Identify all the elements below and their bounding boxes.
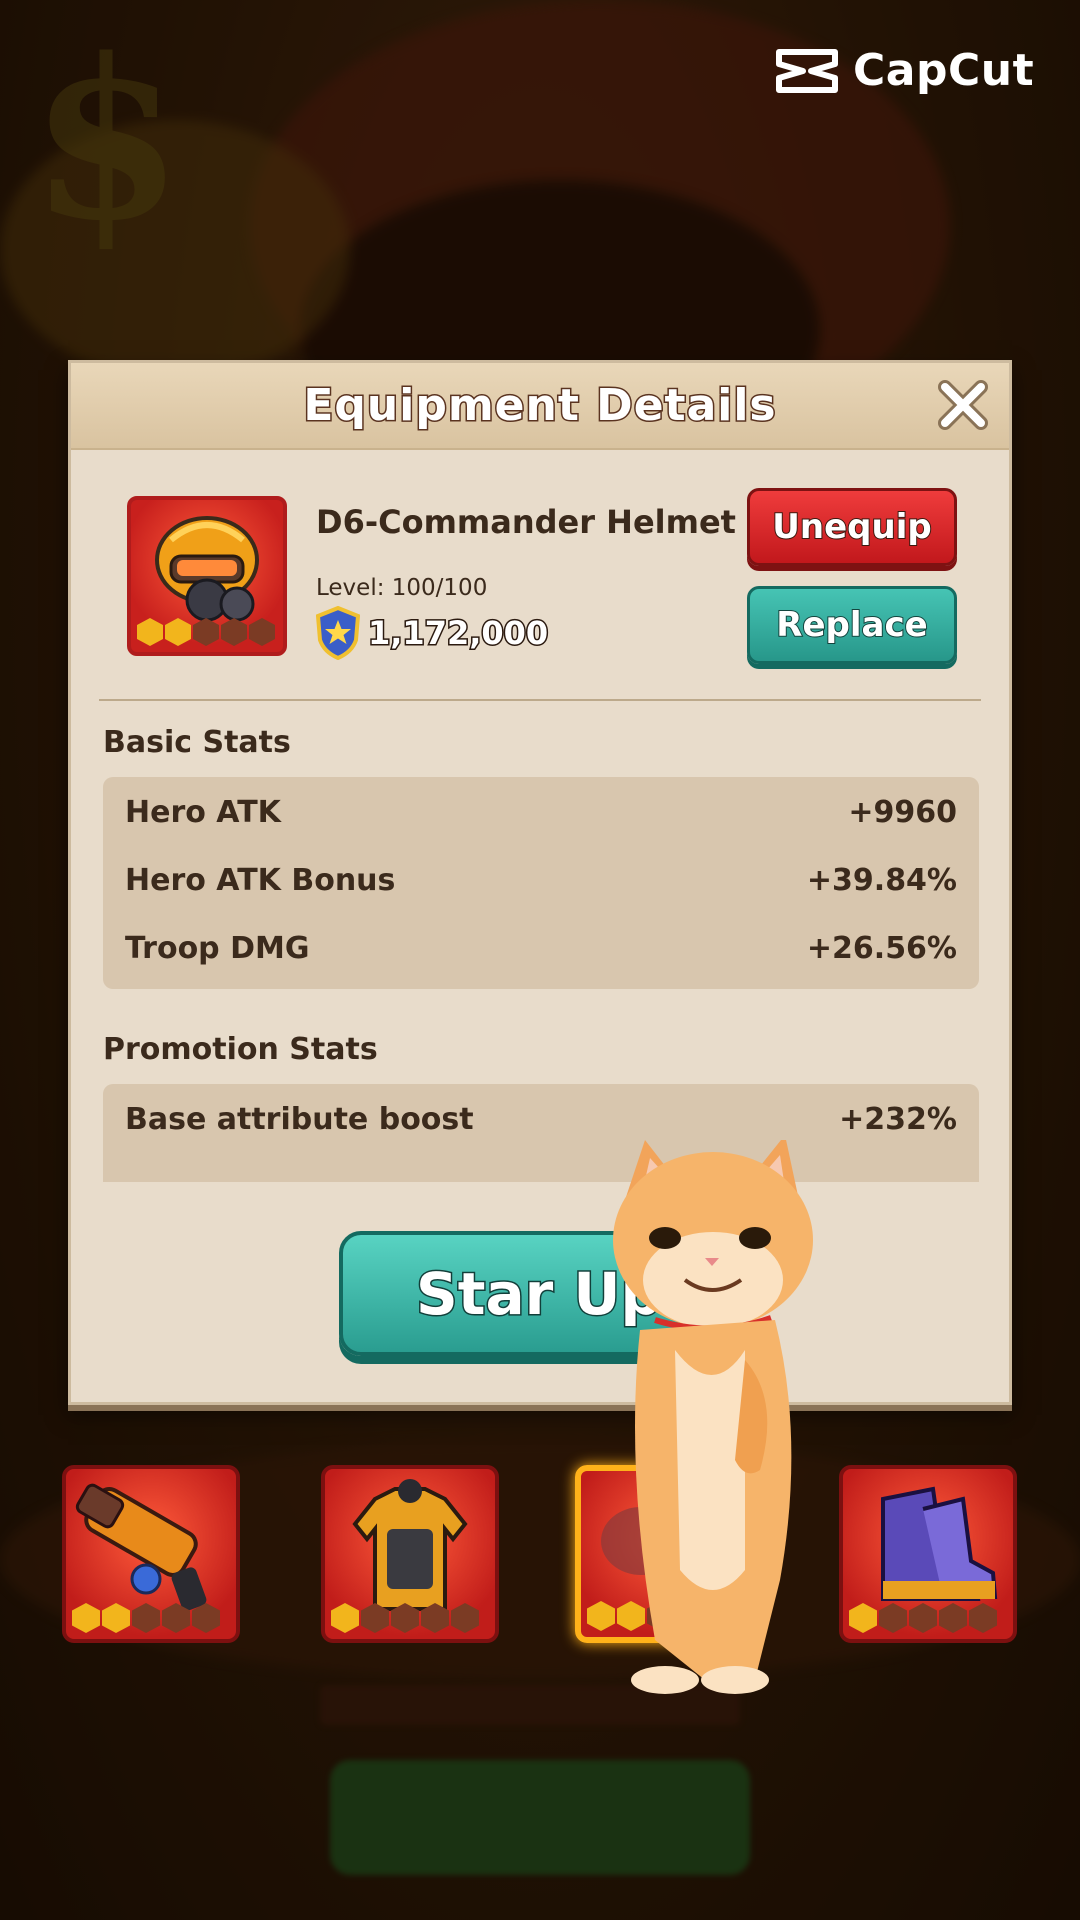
star-filled-icon [137,618,163,646]
stat-label: Base attribute boost [125,1101,474,1137]
stat-label: Hero ATK [125,794,281,830]
stat-label: Hero ATK Bonus [125,862,396,898]
divider [99,699,981,701]
basic-stats-panel: Hero ATK +9960 Hero ATK Bonus +39.84% Tr… [103,777,979,989]
equipment-slot-boots[interactable] [839,1465,1017,1643]
equipment-details-dialog: Equipment Details D6-Commander Helmet Le… [68,360,1012,1405]
stat-row: Troop DMG +26.56% [125,923,957,973]
stat-value: +232% [839,1101,957,1137]
basic-stats-title: Basic Stats [103,725,291,760]
slot-star-rating [72,1603,220,1633]
cat-sticker-image [613,1140,813,1694]
unequip-button[interactable]: Unequip [747,488,957,566]
item-star-rating [137,618,275,646]
capcut-brand-text: CapCut [853,45,1035,96]
equipment-slot-armor[interactable] [321,1465,499,1643]
item-name: D6-Commander Helmet [316,503,736,541]
item-level: Level: 100/100 [316,575,488,601]
capcut-watermark: CapCut [775,45,1034,96]
dialog-title: Equipment Details [302,379,777,433]
stat-label: Troop DMG [125,930,310,966]
star-filled-icon [165,618,191,646]
star-empty-icon [221,618,247,646]
close-button[interactable] [935,377,991,433]
helmet-item-icon [127,496,287,656]
star-empty-icon [249,618,275,646]
replace-button[interactable]: Replace [747,586,957,664]
promotion-stats-title: Promotion Stats [103,1032,378,1067]
slot-star-rating [849,1603,997,1633]
capcut-logo-icon [776,48,838,93]
close-icon [938,380,988,430]
stat-value: +26.56% [806,930,957,966]
stat-value: +9960 [848,794,957,830]
shield-star-icon [316,606,360,660]
stat-value: +39.84% [806,862,957,898]
equipment-slot-weapon[interactable] [62,1465,240,1643]
power-value: 1,172,000 [366,613,549,654]
item-power: 1,172,000 [316,606,550,660]
star-empty-icon [193,618,219,646]
stat-row: Hero ATK +9960 [125,787,957,837]
promotion-stats-panel[interactable]: Base attribute boost +232% [103,1084,979,1182]
stat-row: Hero ATK Bonus +39.84% [125,855,957,905]
slot-star-rating [331,1603,479,1633]
dialog-header: Equipment Details [71,363,1009,450]
stat-row: Base attribute boost +232% [125,1094,957,1144]
